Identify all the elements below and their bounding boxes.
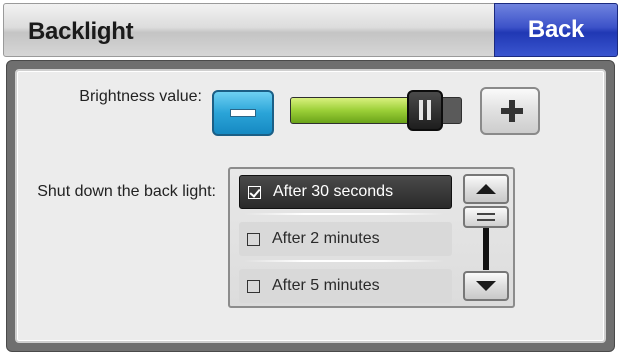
list-item-label: After 30 seconds <box>273 183 394 200</box>
plus-icon-vertical <box>509 100 515 122</box>
list-item-label: After 5 minutes <box>272 277 380 294</box>
list-item-2-minutes[interactable]: After 2 minutes <box>239 222 452 256</box>
checkbox-icon <box>247 232 260 246</box>
backlight-screen: Backlight Back Brightness value: Shut do… <box>0 0 621 359</box>
brightness-slider-thumb[interactable] <box>406 90 443 131</box>
shutdown-label: Shut down the back light: <box>37 183 216 200</box>
grip-line <box>426 100 431 120</box>
back-button[interactable]: Back <box>494 3 618 57</box>
list-item-5-minutes[interactable]: After 5 minutes <box>239 269 452 303</box>
scroll-up-button[interactable] <box>463 174 509 204</box>
page-title: Backlight <box>28 18 134 45</box>
arrow-down-icon <box>476 281 496 291</box>
checkbox-icon <box>248 185 261 199</box>
grip-line <box>418 100 423 120</box>
list-item-label: After 2 minutes <box>272 230 380 247</box>
divider <box>244 213 444 215</box>
arrow-up-icon <box>476 184 496 194</box>
list-item-30-seconds[interactable]: After 30 seconds <box>239 175 452 209</box>
grip-line <box>477 219 495 221</box>
decrease-brightness-button[interactable] <box>212 90 274 136</box>
brightness-label: Brightness value: <box>79 88 202 105</box>
shutdown-options-list: After 30 seconds After 2 minutes After 5… <box>228 167 515 308</box>
increase-brightness-button[interactable] <box>480 87 540 135</box>
grip-line <box>477 213 495 215</box>
minus-icon <box>230 109 256 117</box>
scroll-down-button[interactable] <box>463 271 509 301</box>
checkbox-icon <box>247 279 260 293</box>
divider <box>244 260 444 262</box>
brightness-slider-fill <box>291 98 426 123</box>
scrollbar-thumb[interactable] <box>463 206 509 228</box>
